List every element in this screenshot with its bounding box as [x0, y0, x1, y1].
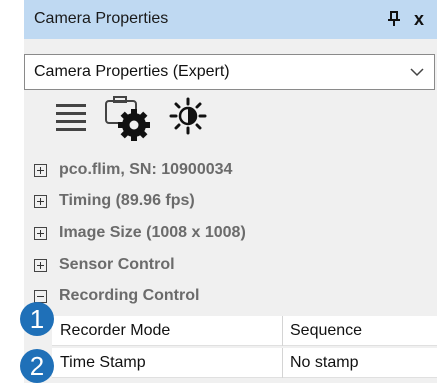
chevron-down-icon: [410, 68, 424, 77]
tree-item-label: Image Size (1008 x 1008): [59, 224, 246, 241]
tree-item-timing[interactable]: Timing (89.96 fps): [24, 188, 437, 218]
expand-icon[interactable]: [34, 164, 47, 177]
panel-titlebar: Camera Properties x: [24, 0, 437, 39]
close-button[interactable]: x: [408, 8, 430, 30]
brightness-icon[interactable]: [168, 96, 208, 136]
callout-badge: 1: [20, 302, 54, 336]
column-divider: [282, 348, 283, 378]
callout-badge: 2: [20, 349, 54, 383]
tree-item-label: pco.flim, SN: 10900034: [59, 161, 233, 178]
tree-item-recording-control[interactable]: Recording Control: [24, 283, 437, 313]
tree-item-image-size[interactable]: Image Size (1008 x 1008): [24, 220, 437, 250]
tree-item-label: Sensor Control: [59, 256, 175, 273]
expand-icon[interactable]: [34, 195, 47, 208]
property-name: Time Stamp: [60, 354, 146, 371]
panel-title: Camera Properties: [34, 10, 169, 27]
pin-icon-graphic: [388, 11, 400, 26]
expand-icon[interactable]: [34, 227, 47, 240]
pin-icon[interactable]: [384, 9, 404, 29]
menu-icon[interactable]: [54, 96, 90, 136]
column-divider: [282, 316, 283, 346]
property-value[interactable]: No stamp: [290, 354, 358, 372]
camera-properties-panel: Camera Properties x Camera Properties (E…: [24, 0, 437, 383]
properties-mode-select[interactable]: Camera Properties (Expert): [24, 54, 435, 90]
tree-item-label: Timing (89.96 fps): [59, 192, 195, 209]
camera-settings-icon[interactable]: [104, 95, 160, 143]
property-row-time-stamp[interactable]: Time Stamp No stamp: [52, 348, 437, 378]
select-value: Camera Properties (Expert): [34, 63, 230, 80]
tree-item-camera[interactable]: pco.flim, SN: 10900034: [24, 157, 437, 187]
expand-icon[interactable]: [34, 259, 47, 272]
property-value[interactable]: Sequence: [290, 322, 362, 340]
tree-item-sensor-control[interactable]: Sensor Control: [24, 252, 437, 282]
property-row-recorder-mode[interactable]: Recorder Mode Sequence: [52, 316, 437, 346]
tree-item-label: Recording Control: [59, 287, 200, 304]
property-name: Recorder Mode: [60, 322, 171, 339]
